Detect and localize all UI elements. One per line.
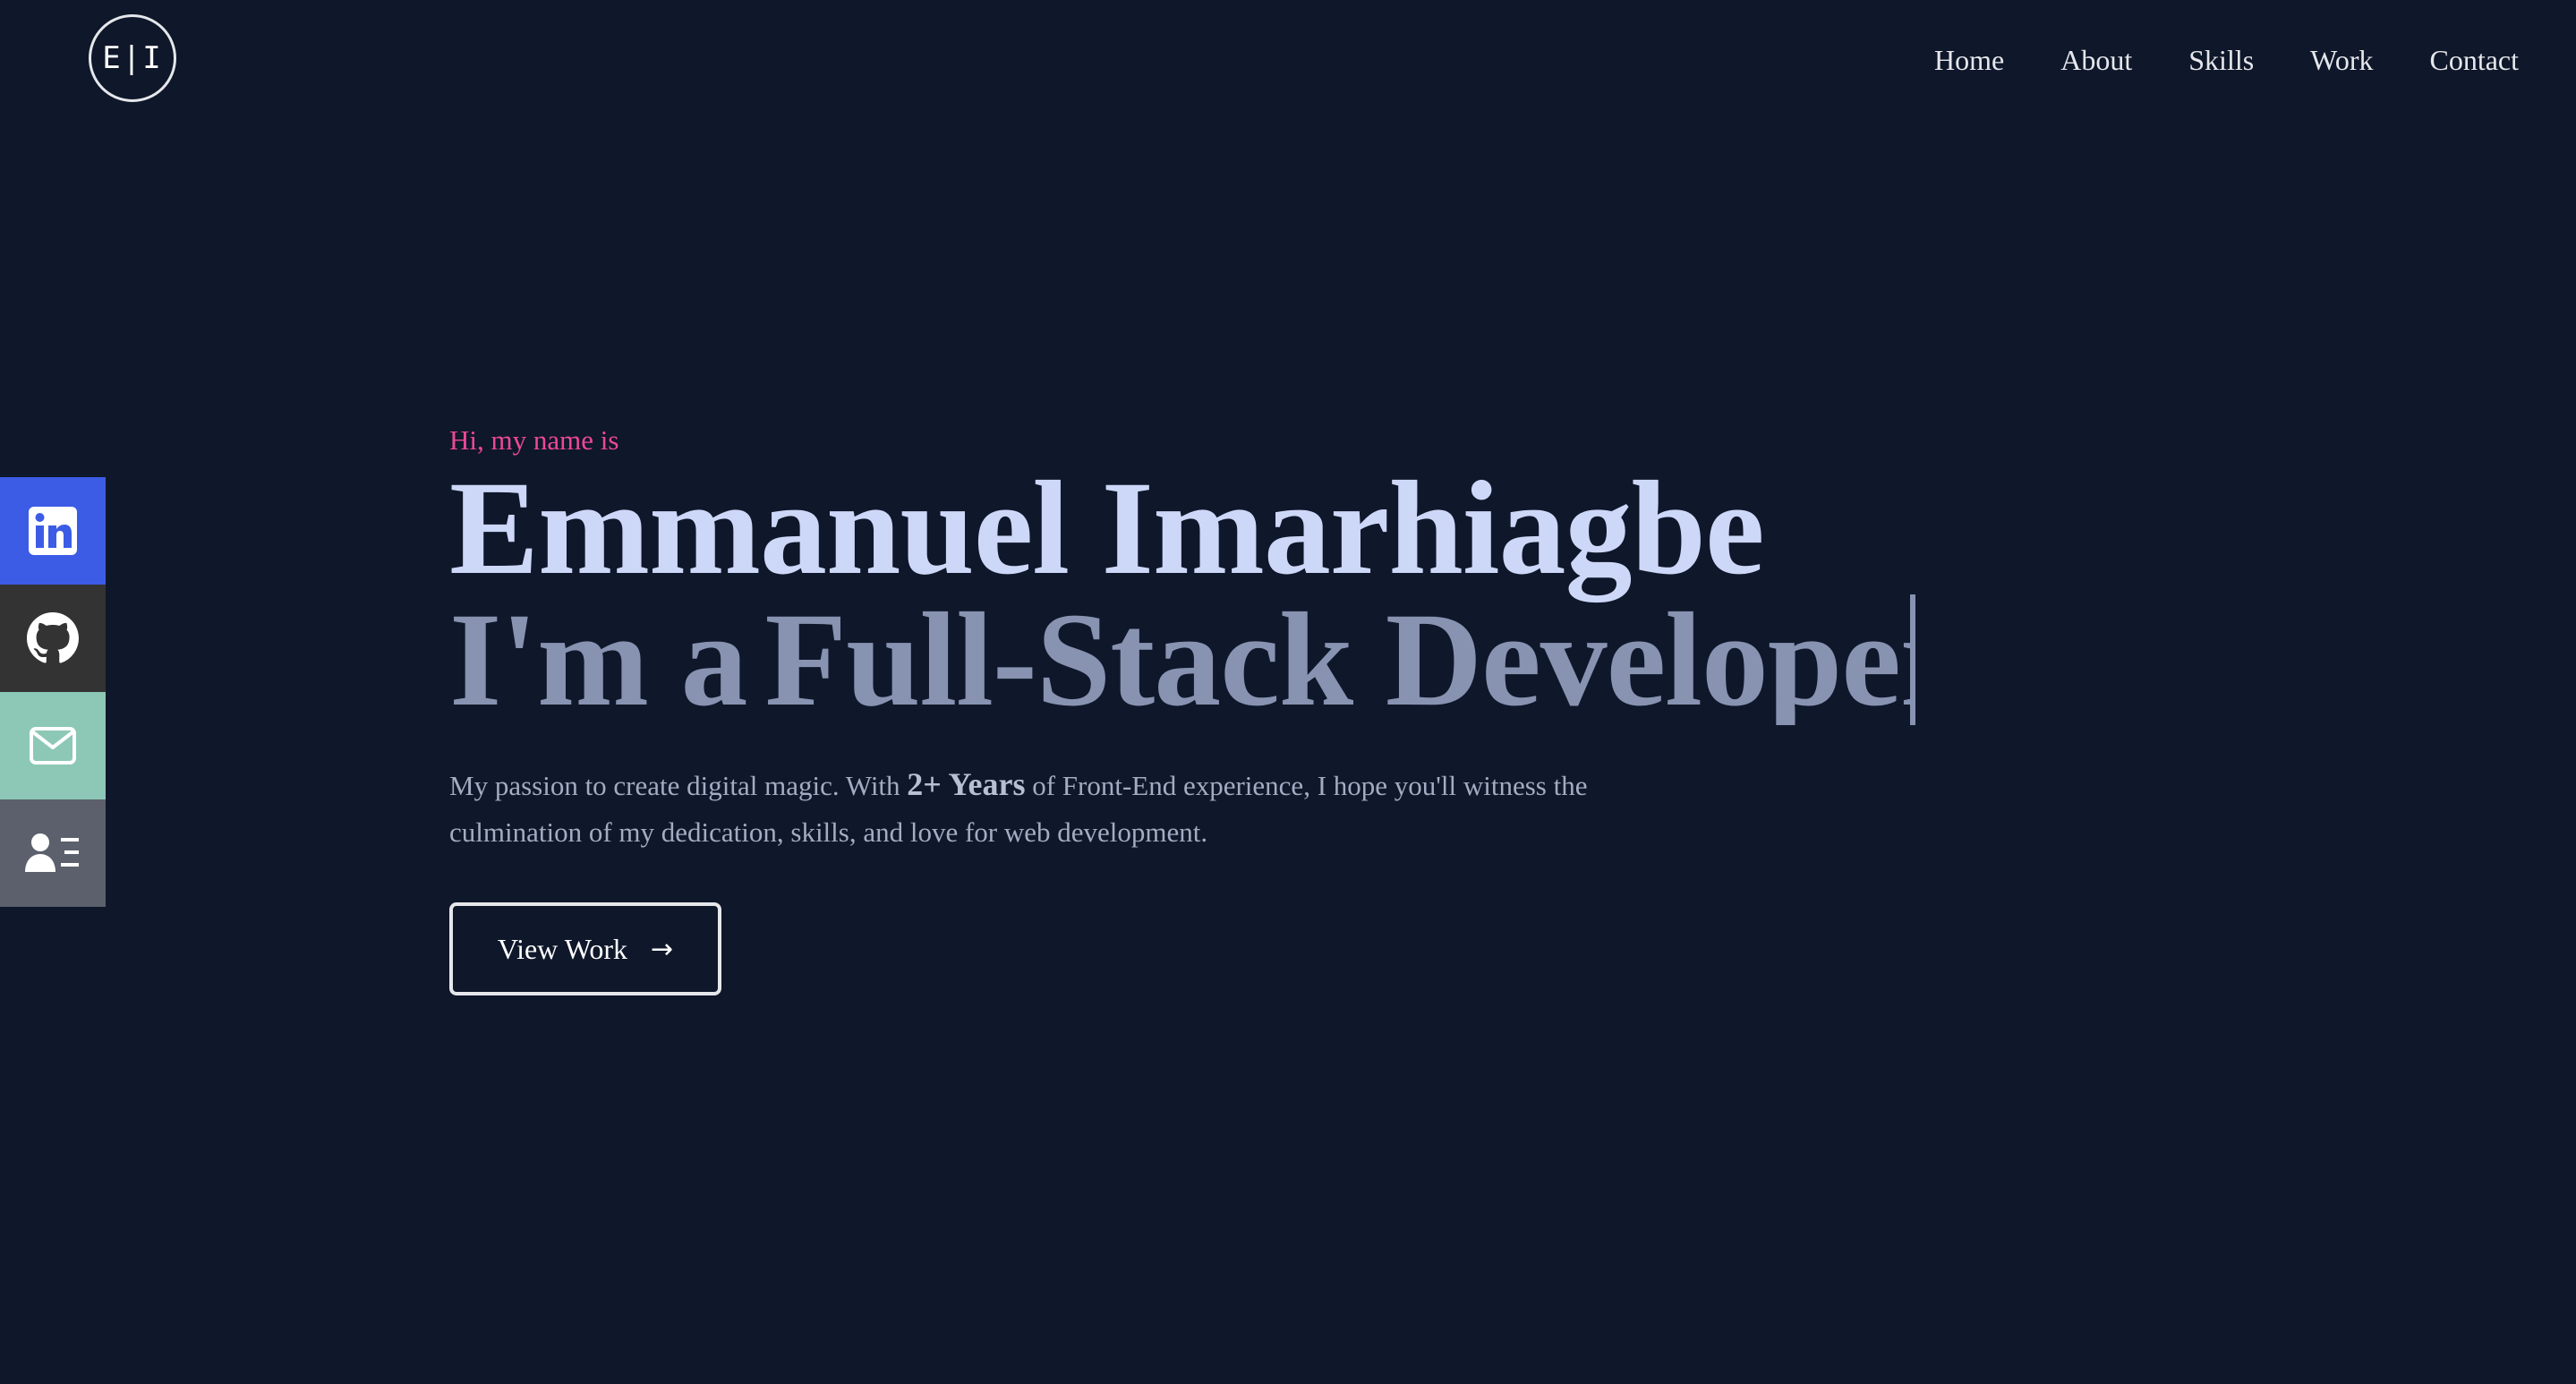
hero-section: Hi, my name is Emmanuel Imarhiagbe I'm a… [449,421,2150,995]
social-sidebar [0,477,106,907]
nav-home[interactable]: Home [1934,39,2004,81]
logo[interactable]: E|I [89,14,176,102]
main-nav: Home About Skills Work Contact [1934,39,2519,81]
email-button[interactable] [0,692,106,799]
resume-icon [25,833,79,872]
hero-role: I'm a Full-Stack Developer [449,585,2150,734]
nav-about[interactable]: About [2060,39,2132,81]
github-icon [27,612,79,663]
view-work-button[interactable]: View Work → [449,902,721,995]
linkedin-button[interactable] [0,477,106,585]
role-typed-text: Full-Stack Developer [764,594,1915,725]
resume-button[interactable] [0,799,106,907]
bio-text-start: My passion to create digital magic. With [449,770,908,801]
view-work-label: View Work [497,932,627,965]
bio-years-highlight: 2+ Years [907,766,1026,802]
hero-name: Emmanuel Imarhiagbe [449,454,1765,602]
hero-bio: My passion to create digital magic. With… [449,761,1667,856]
role-prefix: I'm a [449,585,747,734]
arrow-right-icon: → [650,933,674,965]
mail-icon [30,727,76,765]
nav-contact[interactable]: Contact [2429,39,2519,81]
linkedin-icon [29,507,77,555]
github-button[interactable] [0,585,106,692]
nav-skills[interactable]: Skills [2188,39,2254,81]
nav-work[interactable]: Work [2310,39,2373,81]
